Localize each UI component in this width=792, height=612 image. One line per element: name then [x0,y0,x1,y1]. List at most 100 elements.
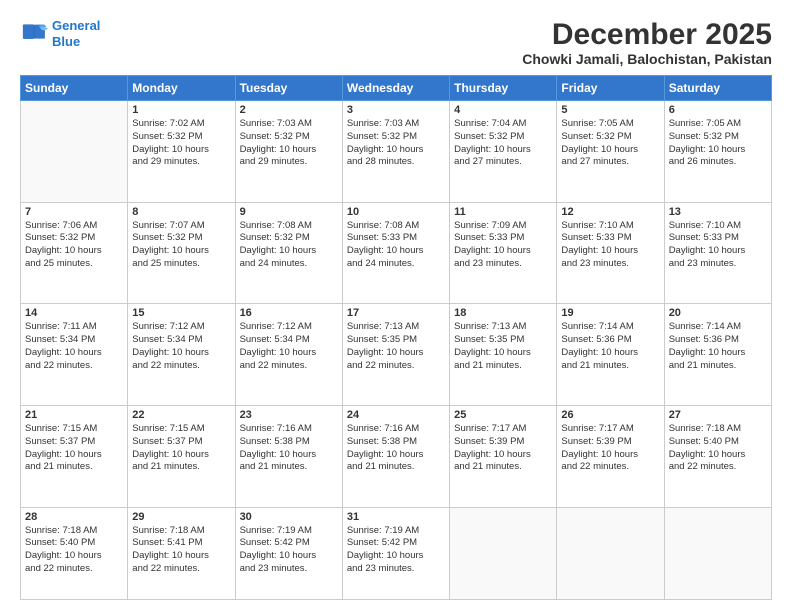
calendar-cell: 5 Sunrise: 7:05 AM Sunset: 5:32 PM Daylig… [557,101,664,203]
month-title: December 2025 [522,18,772,51]
day-number: 14 [25,307,123,319]
day-number: 31 [347,511,445,523]
weekday-header-sunday: Sunday [21,76,128,101]
day-number: 28 [25,511,123,523]
day-number: 9 [240,206,338,218]
weekday-header-wednesday: Wednesday [342,76,449,101]
day-number: 3 [347,104,445,116]
day-number: 5 [561,104,659,116]
calendar-cell [557,507,664,599]
calendar-cell: 22 Sunrise: 7:15 AM Sunset: 5:37 PM Dayli… [128,405,235,507]
day-info: Sunrise: 7:10 AM Sunset: 5:33 PM Dayligh… [669,220,767,271]
day-number: 17 [347,307,445,319]
weekday-header-tuesday: Tuesday [235,76,342,101]
weekday-header-row: SundayMondayTuesdayWednesdayThursdayFrid… [21,76,772,101]
logo-line2: Blue [52,34,100,50]
calendar-cell [664,507,771,599]
calendar-cell: 18 Sunrise: 7:13 AM Sunset: 5:35 PM Dayli… [450,304,557,406]
calendar-cell: 8 Sunrise: 7:07 AM Sunset: 5:32 PM Daylig… [128,202,235,304]
logo-line1: General [52,18,100,34]
day-info: Sunrise: 7:16 AM Sunset: 5:38 PM Dayligh… [347,423,445,474]
day-number: 23 [240,409,338,421]
day-info: Sunrise: 7:02 AM Sunset: 5:32 PM Dayligh… [132,118,230,169]
day-number: 24 [347,409,445,421]
calendar-cell: 10 Sunrise: 7:08 AM Sunset: 5:33 PM Dayli… [342,202,449,304]
day-number: 1 [132,104,230,116]
day-info: Sunrise: 7:18 AM Sunset: 5:40 PM Dayligh… [669,423,767,474]
day-info: Sunrise: 7:19 AM Sunset: 5:42 PM Dayligh… [347,525,445,576]
calendar-cell: 14 Sunrise: 7:11 AM Sunset: 5:34 PM Dayli… [21,304,128,406]
day-number: 19 [561,307,659,319]
calendar-cell: 30 Sunrise: 7:19 AM Sunset: 5:42 PM Dayli… [235,507,342,599]
title-section: December 2025 Chowki Jamali, Balochistan… [522,18,772,67]
day-info: Sunrise: 7:07 AM Sunset: 5:32 PM Dayligh… [132,220,230,271]
day-info: Sunrise: 7:14 AM Sunset: 5:36 PM Dayligh… [561,321,659,372]
day-info: Sunrise: 7:19 AM Sunset: 5:42 PM Dayligh… [240,525,338,576]
calendar-week-4: 21Sunrise: 7:15 AM Sunset: 5:37 PM Dayli… [21,405,772,507]
day-info: Sunrise: 7:05 AM Sunset: 5:32 PM Dayligh… [561,118,659,169]
calendar-cell: 21Sunrise: 7:15 AM Sunset: 5:37 PM Dayli… [21,405,128,507]
calendar-cell: 6Sunrise: 7:05 AM Sunset: 5:32 PM Daylig… [664,101,771,203]
day-number: 11 [454,206,552,218]
calendar-cell: 11 Sunrise: 7:09 AM Sunset: 5:33 PM Dayli… [450,202,557,304]
day-info: Sunrise: 7:15 AM Sunset: 5:37 PM Dayligh… [25,423,123,474]
day-info: Sunrise: 7:12 AM Sunset: 5:34 PM Dayligh… [132,321,230,372]
day-info: Sunrise: 7:17 AM Sunset: 5:39 PM Dayligh… [454,423,552,474]
day-info: Sunrise: 7:04 AM Sunset: 5:32 PM Dayligh… [454,118,552,169]
day-info: Sunrise: 7:12 AM Sunset: 5:34 PM Dayligh… [240,321,338,372]
day-number: 10 [347,206,445,218]
calendar-cell: 2Sunrise: 7:03 AM Sunset: 5:32 PM Daylig… [235,101,342,203]
day-number: 26 [561,409,659,421]
weekday-header-monday: Monday [128,76,235,101]
weekday-header-friday: Friday [557,76,664,101]
calendar-cell: 28 Sunrise: 7:18 AM Sunset: 5:40 PM Dayli… [21,507,128,599]
day-info: Sunrise: 7:09 AM Sunset: 5:33 PM Dayligh… [454,220,552,271]
weekday-header-thursday: Thursday [450,76,557,101]
day-info: Sunrise: 7:17 AM Sunset: 5:39 PM Dayligh… [561,423,659,474]
calendar-cell: 27 Sunrise: 7:18 AM Sunset: 5:40 PM Dayli… [664,405,771,507]
day-number: 20 [669,307,767,319]
calendar-week-1: 1 Sunrise: 7:02 AM Sunset: 5:32 PM Daylig… [21,101,772,203]
calendar-cell: 12Sunrise: 7:10 AM Sunset: 5:33 PM Dayli… [557,202,664,304]
day-info: Sunrise: 7:08 AM Sunset: 5:33 PM Dayligh… [347,220,445,271]
day-number: 22 [132,409,230,421]
day-number: 27 [669,409,767,421]
day-number: 12 [561,206,659,218]
day-info: Sunrise: 7:03 AM Sunset: 5:32 PM Dayligh… [240,118,338,169]
calendar-cell [450,507,557,599]
calendar-week-5: 28 Sunrise: 7:18 AM Sunset: 5:40 PM Dayli… [21,507,772,599]
calendar-week-2: 7Sunrise: 7:06 AM Sunset: 5:32 PM Daylig… [21,202,772,304]
calendar-cell: 16 Sunrise: 7:12 AM Sunset: 5:34 PM Dayli… [235,304,342,406]
day-number: 13 [669,206,767,218]
day-info: Sunrise: 7:03 AM Sunset: 5:32 PM Dayligh… [347,118,445,169]
calendar-week-3: 14 Sunrise: 7:11 AM Sunset: 5:34 PM Dayli… [21,304,772,406]
calendar-cell: 3 Sunrise: 7:03 AM Sunset: 5:32 PM Daylig… [342,101,449,203]
location-title: Chowki Jamali, Balochistan, Pakistan [522,51,772,67]
weekday-header-saturday: Saturday [664,76,771,101]
day-number: 8 [132,206,230,218]
day-number: 18 [454,307,552,319]
calendar-table: SundayMondayTuesdayWednesdayThursdayFrid… [20,75,772,600]
calendar-cell: 31 Sunrise: 7:19 AM Sunset: 5:42 PM Dayli… [342,507,449,599]
calendar-cell: 29Sunrise: 7:18 AM Sunset: 5:41 PM Dayli… [128,507,235,599]
day-number: 4 [454,104,552,116]
page: General Blue December 2025 Chowki Jamali… [0,0,792,612]
day-info: Sunrise: 7:11 AM Sunset: 5:34 PM Dayligh… [25,321,123,372]
day-info: Sunrise: 7:18 AM Sunset: 5:41 PM Dayligh… [132,525,230,576]
calendar-cell: 4 Sunrise: 7:04 AM Sunset: 5:32 PM Daylig… [450,101,557,203]
calendar-cell: 19 Sunrise: 7:14 AM Sunset: 5:36 PM Dayli… [557,304,664,406]
day-info: Sunrise: 7:14 AM Sunset: 5:36 PM Dayligh… [669,321,767,372]
calendar-cell: 13 Sunrise: 7:10 AM Sunset: 5:33 PM Dayli… [664,202,771,304]
day-info: Sunrise: 7:06 AM Sunset: 5:32 PM Dayligh… [25,220,123,271]
day-number: 30 [240,511,338,523]
day-number: 25 [454,409,552,421]
logo-icon [20,20,48,48]
calendar-cell [21,101,128,203]
day-info: Sunrise: 7:08 AM Sunset: 5:32 PM Dayligh… [240,220,338,271]
day-info: Sunrise: 7:15 AM Sunset: 5:37 PM Dayligh… [132,423,230,474]
day-info: Sunrise: 7:16 AM Sunset: 5:38 PM Dayligh… [240,423,338,474]
day-info: Sunrise: 7:13 AM Sunset: 5:35 PM Dayligh… [454,321,552,372]
day-info: Sunrise: 7:18 AM Sunset: 5:40 PM Dayligh… [25,525,123,576]
header: General Blue December 2025 Chowki Jamali… [20,18,772,67]
day-number: 16 [240,307,338,319]
